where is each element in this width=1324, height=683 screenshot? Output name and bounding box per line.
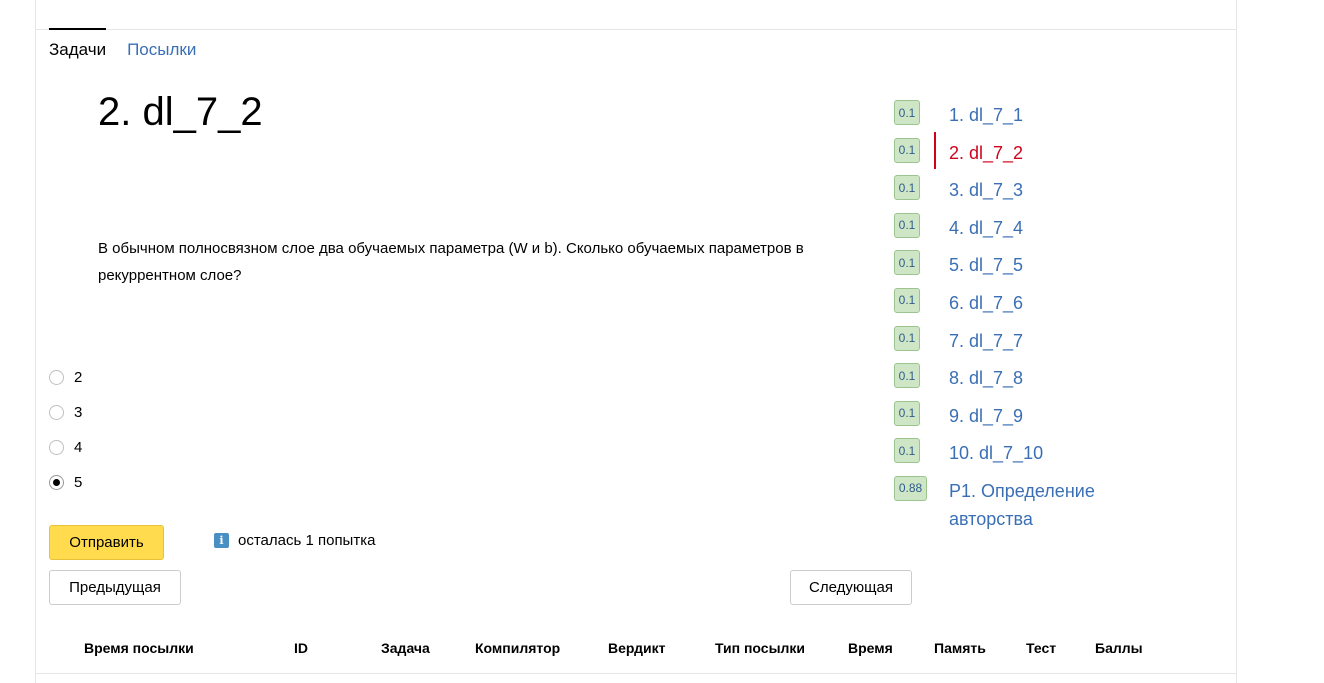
column-header: ID — [294, 640, 308, 656]
problem-link[interactable]: 7. dl_7_7 — [949, 327, 1169, 355]
answer-option-4[interactable]: 4 — [49, 430, 82, 465]
radio-dot — [53, 479, 60, 486]
problem-title: 2. dl_7_2 — [98, 90, 263, 134]
score-badge: 0.1 — [894, 438, 920, 464]
column-header: Тест — [1026, 640, 1057, 656]
problem-link[interactable]: 8. dl_7_8 — [949, 364, 1169, 392]
problem-list-item[interactable]: 0.1 8. dl_7_8 — [894, 357, 1184, 395]
problem-link[interactable]: 6. dl_7_6 — [949, 289, 1169, 317]
problem-link[interactable]: 10. dl_7_10 — [949, 439, 1169, 467]
column-header: Баллы — [1095, 640, 1143, 656]
problem-list-item-active[interactable]: 0.1 2. dl_7_2 — [894, 131, 1184, 170]
column-header: Вердикт — [608, 640, 666, 656]
tab-problems[interactable]: Задачи — [49, 28, 107, 69]
tab-submissions[interactable]: Посылки — [127, 29, 196, 69]
score-badge: 0.1 — [894, 212, 920, 238]
radio-button-selected[interactable] — [49, 475, 64, 490]
option-label: 5 — [74, 474, 83, 491]
tabs-bar: Задачи Посылки — [49, 28, 217, 69]
radio-button[interactable] — [49, 405, 64, 420]
submissions-table-header: Время посылки ID Задача Компилятор Верди… — [36, 630, 1236, 665]
option-label: 3 — [74, 404, 83, 421]
answer-option-3[interactable]: 3 — [49, 395, 82, 430]
attempts-text: осталась 1 попытка — [238, 532, 376, 549]
answer-option-2[interactable]: 2 — [49, 360, 82, 395]
problem-list-item[interactable]: 0.1 1. dl_7_1 — [894, 94, 1184, 132]
problem-link[interactable]: 2. dl_7_2 — [949, 139, 1169, 167]
problem-list-item[interactable]: 0.1 5. dl_7_5 — [894, 244, 1184, 282]
answer-options: 2 3 4 5 — [49, 360, 82, 500]
problem-link[interactable]: 1. dl_7_1 — [949, 101, 1169, 129]
column-header: Компилятор — [475, 640, 561, 656]
problem-list-item[interactable]: 0.1 3. dl_7_3 — [894, 169, 1184, 207]
column-header: Время — [848, 640, 893, 656]
problem-list-item[interactable]: 0.1 9. dl_7_9 — [894, 395, 1184, 433]
radio-button[interactable] — [49, 370, 64, 385]
problem-list: 0.1 1. dl_7_1 0.1 2. dl_7_2 0.1 3. dl_7_… — [894, 94, 1184, 529]
problem-link[interactable]: 3. dl_7_3 — [949, 176, 1169, 204]
option-label: 2 — [74, 369, 83, 386]
score-badge: 0.1 — [894, 250, 920, 276]
problem-link[interactable]: 5. dl_7_5 — [949, 251, 1169, 279]
submit-button[interactable]: Отправить — [49, 525, 164, 560]
option-label: 4 — [74, 439, 83, 456]
score-badge: 0.1 — [894, 325, 920, 351]
next-button[interactable]: Следующая — [790, 570, 912, 605]
attempts-notice: i осталась 1 попытка — [214, 532, 375, 549]
previous-button[interactable]: Предыдущая — [49, 570, 181, 605]
problem-link[interactable]: P1. Определение авторства — [949, 477, 1169, 533]
score-badge: 0.1 — [894, 363, 920, 389]
column-header: Память — [934, 640, 986, 656]
score-badge: 0.88 — [894, 475, 927, 501]
column-header: Задача — [381, 640, 430, 656]
info-icon: i — [214, 533, 229, 548]
problem-list-item[interactable]: 0.88 P1. Определение авторства — [894, 470, 1184, 529]
problem-link[interactable]: 4. dl_7_4 — [949, 214, 1169, 242]
problem-statement: В обычном полносвязном слое два обучаемы… — [98, 240, 804, 284]
column-header: Время посылки — [84, 640, 194, 656]
radio-button[interactable] — [49, 440, 64, 455]
problem-list-item[interactable]: 0.1 6. dl_7_6 — [894, 282, 1184, 320]
score-badge: 0.1 — [894, 287, 920, 313]
score-badge: 0.1 — [894, 400, 920, 426]
answer-option-5[interactable]: 5 — [49, 465, 82, 500]
problem-list-item[interactable]: 0.1 4. dl_7_4 — [894, 207, 1184, 245]
problem-list-item[interactable]: 0.1 10. dl_7_10 — [894, 432, 1184, 470]
column-header: Тип посылки — [715, 640, 806, 656]
score-badge: 0.1 — [894, 175, 920, 201]
score-badge: 0.1 — [894, 100, 920, 125]
bottom-divider — [36, 673, 1236, 674]
problem-list-item[interactable]: 0.1 7. dl_7_7 — [894, 320, 1184, 358]
score-badge: 0.1 — [894, 137, 920, 163]
active-marker — [934, 131, 936, 169]
problem-link[interactable]: 9. dl_7_9 — [949, 402, 1169, 430]
